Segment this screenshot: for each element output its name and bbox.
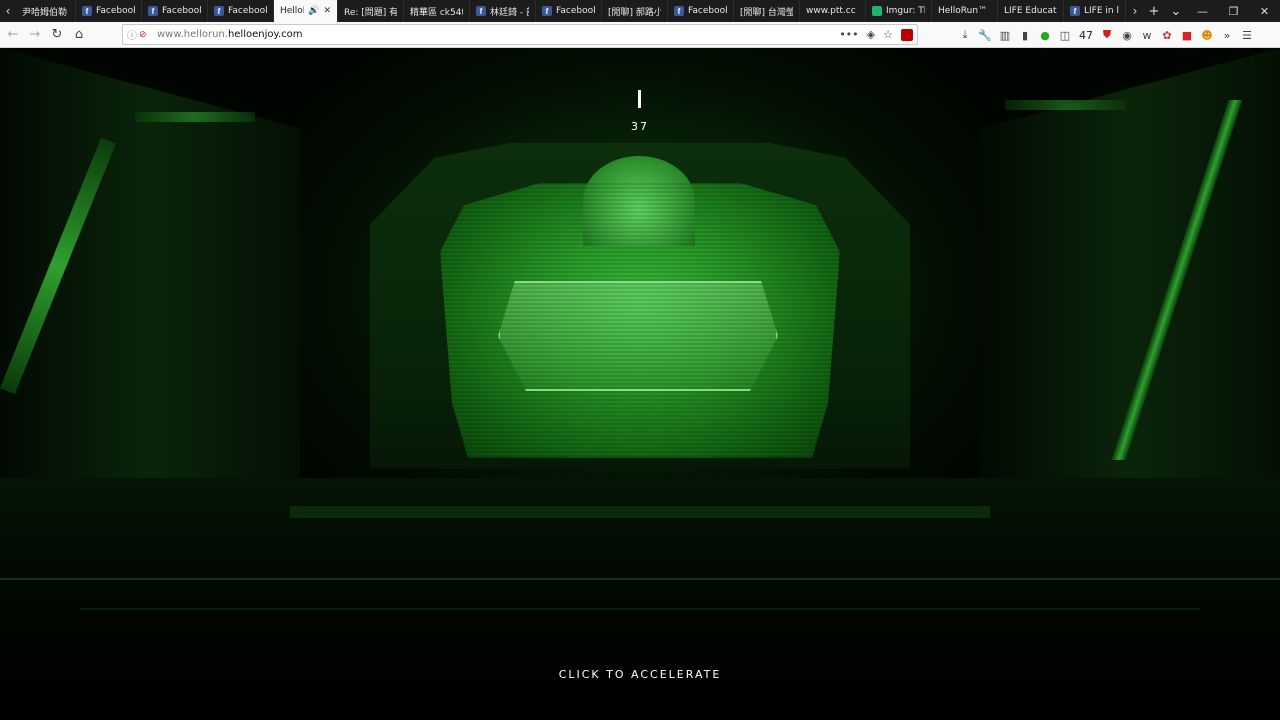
tab-label: HelloRun™ bbox=[938, 6, 988, 16]
tab-label: HelloR bbox=[280, 6, 304, 16]
tab-audio-icon[interactable]: 🔊 bbox=[308, 6, 319, 16]
tab-label: Facebook bbox=[96, 6, 135, 16]
tab-label: 尹哈姆伯勒 bbox=[22, 7, 68, 18]
browser-tab[interactable]: Re: [問題] 有人 bbox=[338, 0, 404, 22]
back-button[interactable]: ← bbox=[2, 24, 24, 46]
bookmark-star-icon[interactable]: ☆ bbox=[883, 28, 893, 41]
url-text[interactable]: www.hellorun.helloenjoy.com bbox=[157, 29, 303, 40]
extension-face-icon[interactable]: ☻ bbox=[1197, 25, 1217, 45]
insecure-icon[interactable]: ⊘ bbox=[139, 30, 151, 40]
site-info-icon[interactable]: ⓘ bbox=[127, 27, 139, 42]
toolbar: ⤓ 🔧 ▥ ▮ ● ◫ 47 ⛊ ◉ w ✿ ■ ☻ » ☰ bbox=[955, 22, 1257, 48]
extension-blue-icon[interactable]: ▮ bbox=[1015, 25, 1035, 45]
facebook-icon: f bbox=[476, 6, 486, 16]
browser-tab[interactable]: HelloRun™ bbox=[932, 0, 998, 22]
tab-label: Facebook bbox=[556, 6, 595, 16]
upper-right-light bbox=[1005, 100, 1125, 110]
extension-red-icon[interactable] bbox=[901, 28, 913, 41]
close-window-button[interactable]: ✕ bbox=[1249, 0, 1280, 22]
tab-label: Re: [問題] 有人 bbox=[344, 7, 397, 18]
facebook-icon: f bbox=[1070, 6, 1080, 16]
browser-tab[interactable]: 尹哈姆伯勒 bbox=[16, 0, 76, 22]
floor-line bbox=[80, 608, 1200, 610]
tab-label: LIFE in life bbox=[1084, 6, 1119, 16]
facebook-icon: f bbox=[542, 6, 552, 16]
browser-tab[interactable]: HelloR 🔊 ✕ bbox=[274, 0, 338, 22]
home-button[interactable]: ⌂ bbox=[68, 24, 90, 46]
floor-edge bbox=[290, 506, 990, 518]
tab-label: Facebook bbox=[162, 6, 201, 16]
extension-w-icon[interactable]: w bbox=[1137, 25, 1157, 45]
browser-tab[interactable]: www.ptt.cc | 5 bbox=[800, 0, 866, 22]
score-counter: 37 bbox=[631, 120, 649, 133]
tab-label: LIFE Education bbox=[1004, 6, 1057, 16]
hamburger-menu-icon[interactable]: ☰ bbox=[1237, 25, 1257, 45]
wrench-icon[interactable]: 🔧 bbox=[975, 25, 995, 45]
game-canvas[interactable]: 37 CLICK TO ACCELERATE bbox=[0, 48, 1280, 720]
url-prefix: www.hellorun. bbox=[157, 29, 228, 40]
new-tab-button[interactable]: + bbox=[1143, 0, 1165, 22]
facebook-icon: f bbox=[214, 6, 224, 16]
browser-tab[interactable]: f LIFE in life bbox=[1064, 0, 1126, 22]
tab-label: Facebook bbox=[228, 6, 267, 16]
scanline-overlay bbox=[440, 183, 840, 458]
url-domain: helloenjoy.com bbox=[227, 29, 303, 40]
tab-list: 尹哈姆伯勒 f Facebook f Facebook f Facebook HelloR 🔊 ✕… bbox=[16, 0, 1127, 22]
browser-tab[interactable]: [閒聊] 郝路小部 bbox=[602, 0, 668, 22]
tab-close-icon[interactable]: ✕ bbox=[323, 6, 331, 16]
toolbar-count[interactable]: 47 bbox=[1075, 29, 1097, 42]
facebook-icon: f bbox=[82, 6, 92, 16]
forward-button[interactable]: → bbox=[24, 24, 46, 46]
browser-tab[interactable]: f Facebook bbox=[536, 0, 602, 22]
tab-strip: ‹ 尹哈姆伯勒 f Facebook f Facebook f Facebook HelloR… bbox=[0, 0, 1280, 22]
library-icon[interactable]: ▥ bbox=[995, 25, 1015, 45]
overflow-menu-icon[interactable]: » bbox=[1217, 25, 1237, 45]
browser-tab[interactable]: f Facebook bbox=[668, 0, 734, 22]
facebook-icon: f bbox=[148, 6, 158, 16]
browser-tab[interactable]: Imgur: The bbox=[866, 0, 932, 22]
browser-tab[interactable]: f Facebook bbox=[208, 0, 274, 22]
speed-indicator-bar bbox=[638, 90, 641, 108]
browser-tab[interactable]: [閒聊] 台灣瑩 bbox=[734, 0, 800, 22]
tab-label: 精華區 ck54th bbox=[410, 7, 463, 18]
tab-label: Imgur: The bbox=[886, 6, 925, 16]
tab-scroll-left-button[interactable]: ‹ bbox=[0, 0, 16, 22]
reload-button[interactable]: ↻ bbox=[46, 24, 68, 46]
browser-tab[interactable]: f Facebook bbox=[142, 0, 208, 22]
tab-label: [閒聊] 台灣瑩 bbox=[740, 7, 793, 18]
tab-label: Facebook bbox=[688, 6, 727, 16]
browser-tab[interactable]: 精華區 ck54th bbox=[404, 0, 470, 22]
extension-red-square-icon[interactable]: ■ bbox=[1177, 25, 1197, 45]
tab-label: [閒聊] 郝路小部 bbox=[608, 7, 661, 18]
imgur-icon bbox=[872, 6, 882, 16]
floor-line bbox=[0, 578, 1280, 580]
accelerate-prompt[interactable]: CLICK TO ACCELERATE bbox=[0, 668, 1280, 681]
tab-label: www.ptt.cc | 5 bbox=[806, 6, 859, 16]
extension-chrome-icon[interactable]: ◉ bbox=[1117, 25, 1137, 45]
facebook-icon: f bbox=[674, 6, 684, 16]
all-tabs-button[interactable]: ⌄ bbox=[1165, 0, 1187, 22]
navigation-bar: ← → ↻ ⌂ ⓘ ⊘ www.hellorun.helloenjoy.com … bbox=[0, 22, 1280, 48]
restore-button[interactable]: ❐ bbox=[1218, 0, 1249, 22]
extension-green-icon[interactable]: ● bbox=[1035, 25, 1055, 45]
download-icon[interactable]: ⤓ bbox=[955, 25, 975, 45]
browser-tab[interactable]: f 林廷錡 - 部 bbox=[470, 0, 536, 22]
sidebar-icon[interactable]: ◫ bbox=[1055, 25, 1075, 45]
extension-gear-icon[interactable]: ✿ bbox=[1157, 25, 1177, 45]
browser-tab[interactable]: LIFE Education bbox=[998, 0, 1064, 22]
browser-tab[interactable]: f Facebook bbox=[76, 0, 142, 22]
url-bar[interactable]: ⓘ ⊘ www.hellorun.helloenjoy.com ••• ◈ ☆ bbox=[122, 24, 918, 45]
page-actions-icon[interactable]: ••• bbox=[839, 28, 858, 41]
url-actions: ••• ◈ ☆ bbox=[839, 28, 913, 41]
pocket-icon[interactable]: ◈ bbox=[867, 28, 875, 41]
extension-shield-icon[interactable]: ⛊ bbox=[1097, 25, 1117, 45]
minimize-button[interactable]: — bbox=[1187, 0, 1218, 22]
tab-label: 林廷錡 - 部 bbox=[490, 7, 529, 18]
tab-scroll-right-button[interactable]: › bbox=[1127, 0, 1143, 22]
